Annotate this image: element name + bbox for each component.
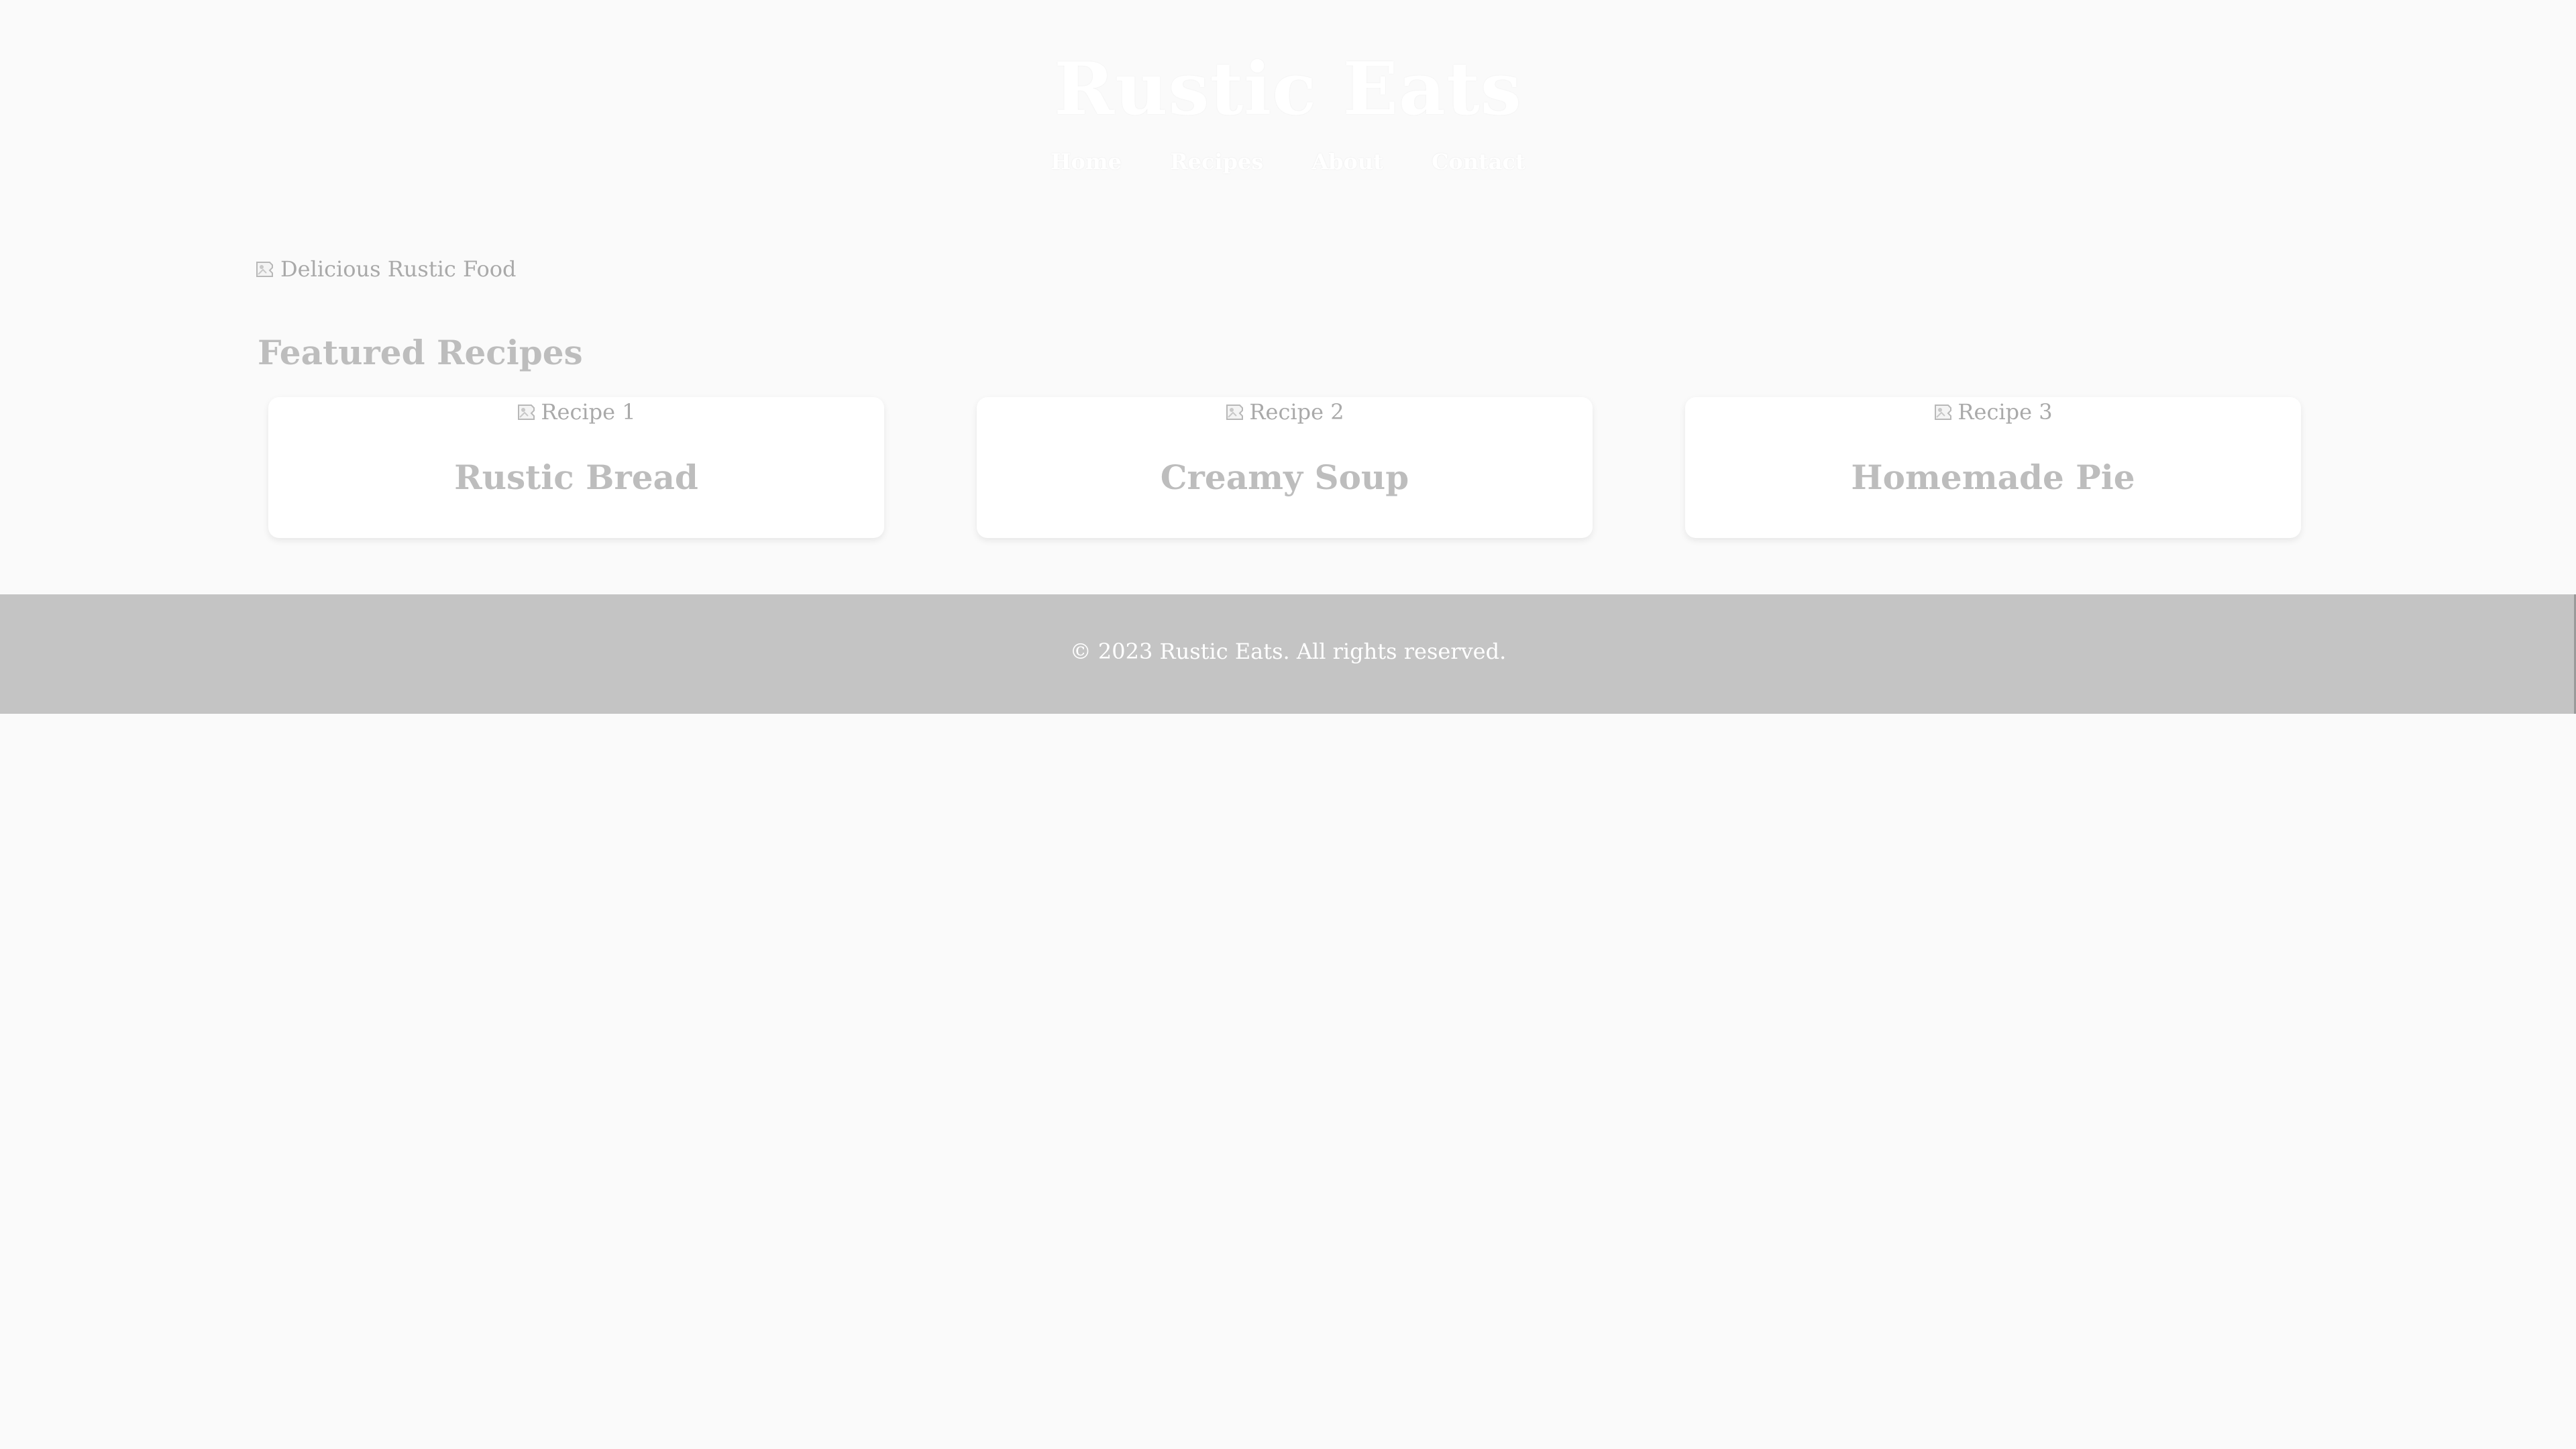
recipe-image-alt-text: Recipe 2 [1249, 399, 1344, 425]
recipe-image: Recipe 1 [268, 397, 884, 427]
hero-image-alt-text: Delicious Rustic Food [280, 256, 517, 282]
site-title: Rustic Eats [1054, 47, 1522, 131]
recipe-card[interactable]: Recipe 3 Homemade Pie [1685, 397, 2301, 538]
recipe-title: Homemade Pie [1851, 458, 2135, 497]
featured-recipes-heading: Featured Recipes [258, 333, 583, 372]
recipe-image-alt-text: Recipe 1 [541, 399, 636, 425]
page: Rustic Eats Home Recipes About Contact D… [0, 0, 2576, 1449]
recipe-cards: Recipe 1 Rustic Bread Recipe 2 Creamy So… [268, 397, 2308, 538]
recipe-title: Creamy Soup [1160, 458, 1409, 497]
broken-image-icon [255, 258, 276, 280]
recipe-title: Rustic Bread [454, 458, 698, 497]
nav-link-recipes[interactable]: Recipes [1170, 149, 1263, 174]
main-nav: Home Recipes About Contact [0, 149, 2576, 174]
hero-image: Delicious Rustic Food [255, 252, 516, 286]
recipe-card[interactable]: Recipe 1 Rustic Bread [268, 397, 884, 538]
broken-image-icon [517, 401, 538, 423]
recipe-card[interactable]: Recipe 2 Creamy Soup [977, 397, 1593, 538]
recipe-image: Recipe 2 [977, 397, 1593, 427]
site-header: Rustic Eats Home Recipes About Contact [0, 0, 2576, 201]
nav-link-home[interactable]: Home [1051, 149, 1122, 174]
broken-image-icon [1225, 401, 1246, 423]
site-footer: © 2023 Rustic Eats. All rights reserved. [0, 594, 2576, 714]
footer-copyright: © 2023 Rustic Eats. All rights reserved. [1069, 639, 1507, 664]
broken-image-icon [1933, 401, 1955, 423]
recipe-image-alt-text: Recipe 3 [1957, 399, 2053, 425]
nav-link-contact[interactable]: Contact [1432, 149, 1525, 174]
nav-link-about[interactable]: About [1311, 149, 1383, 174]
recipe-image: Recipe 3 [1685, 397, 2301, 427]
